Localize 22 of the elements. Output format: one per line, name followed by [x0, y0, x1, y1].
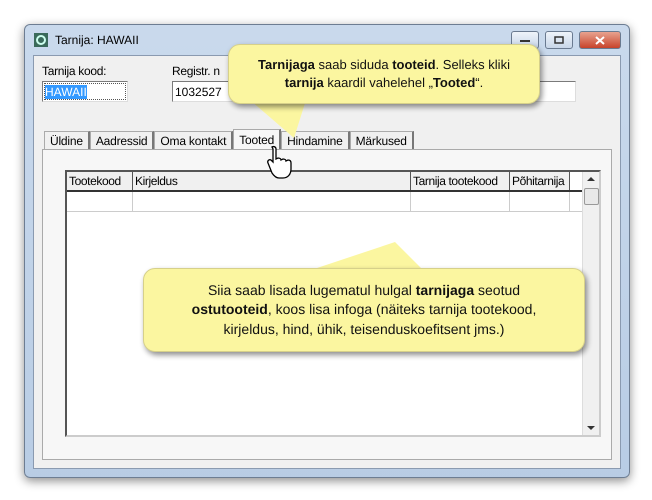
column-header[interactable]: Tarnija tootekood: [411, 172, 510, 190]
scrollbar-thumb[interactable]: [584, 188, 598, 205]
callout-text: Tarnijaga saab siduda tooteid. Selleks kliki tarnija kaardil vahelehel „Tooted“.: [257, 56, 511, 92]
minimize-icon: [520, 38, 530, 42]
tab[interactable]: Tooted: [233, 129, 282, 150]
tab[interactable]: Märkused: [350, 131, 414, 149]
tab[interactable]: Üldine: [44, 131, 90, 149]
scrollbar[interactable]: [582, 172, 599, 435]
maximize-icon: [554, 36, 564, 44]
column-header[interactable]: Kirjeldus: [133, 172, 411, 190]
tab[interactable]: Oma kontakt: [154, 131, 234, 149]
column-header[interactable]: Tootekood: [67, 172, 133, 190]
close-button[interactable]: [579, 31, 621, 49]
maximize-button[interactable]: [545, 31, 573, 49]
close-icon: [595, 36, 605, 44]
callout-text: Siia saab lisada lugematul hulgal tarnijaga seotud ostutooteid, koos lisa infoga (näiteks tarnija tootekood, kirjeldus, hind, ühik, teisenduskoefitsent jms.): [190, 280, 538, 339]
app-icon: [33, 32, 49, 48]
window-title: Tarnija: HAWAII: [55, 33, 140, 47]
field-label: Tarnija kood:: [42, 64, 106, 78]
field-label: Registr. n: [172, 64, 220, 78]
column-header[interactable]: Põhitarnija: [510, 172, 570, 190]
tab[interactable]: Aadressid: [90, 131, 154, 149]
